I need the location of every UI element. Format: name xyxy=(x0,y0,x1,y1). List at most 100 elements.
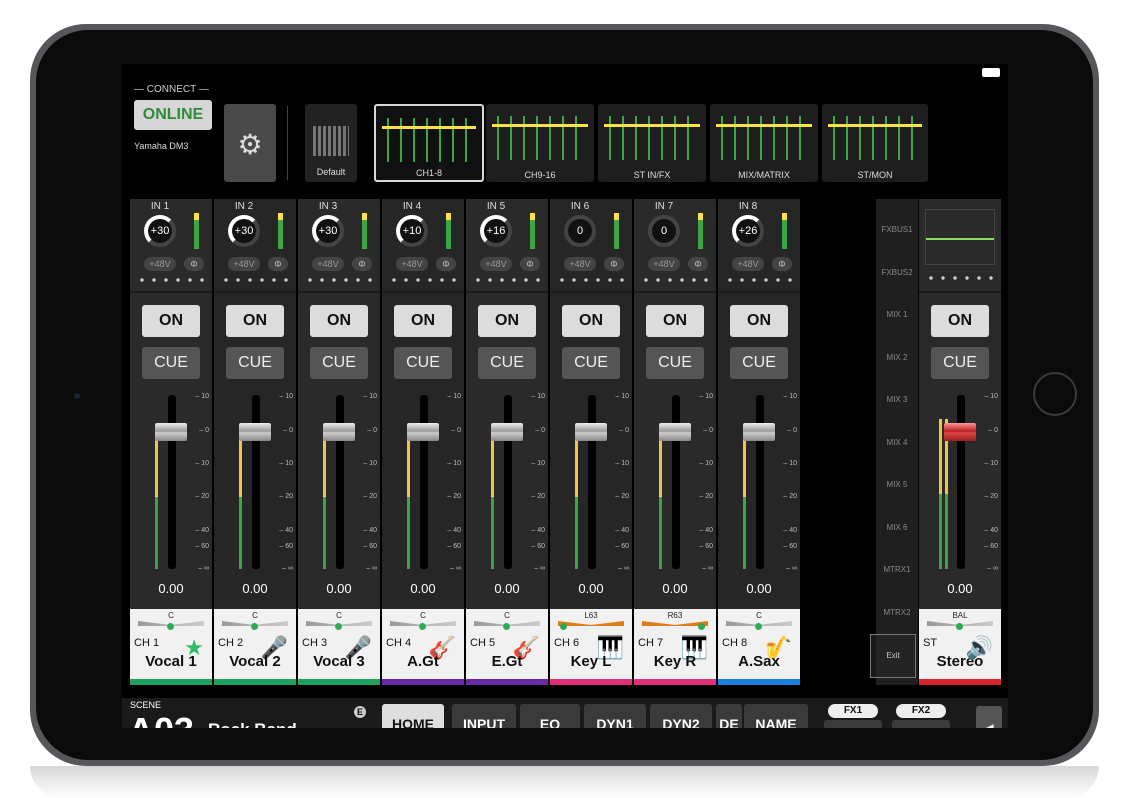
send-item[interactable]: MIX 3 xyxy=(876,395,918,404)
channel-number: CH 1 xyxy=(134,637,160,649)
on-button[interactable]: ON xyxy=(562,305,620,337)
dyn1-tab[interactable]: DYN1 xyxy=(584,704,646,728)
send-item[interactable]: FXBUS1 xyxy=(876,225,918,234)
stereo-on-button[interactable]: ON xyxy=(931,305,989,337)
phantom-button[interactable]: +48V xyxy=(396,257,428,271)
mini-faders-icon xyxy=(382,118,476,162)
input-tab[interactable]: INPUT xyxy=(452,704,516,728)
send-item[interactable]: MIX 1 xyxy=(876,310,918,319)
eq-graph[interactable] xyxy=(925,209,995,265)
send-item[interactable]: MIX 2 xyxy=(876,353,918,362)
gain-knob[interactable]: +30 xyxy=(312,215,344,247)
eq-tab[interactable]: EQ xyxy=(520,704,580,728)
on-button[interactable]: ON xyxy=(394,305,452,337)
channel-fader[interactable] xyxy=(323,423,355,441)
fx2-edit-button[interactable]: EDIT xyxy=(892,720,950,728)
bank-tab-ch1-8[interactable]: CH1-8 xyxy=(374,104,484,182)
bank-tab-ch9-16[interactable]: CH9-16 xyxy=(486,104,594,182)
channel-fader[interactable] xyxy=(743,423,775,441)
phantom-button[interactable]: +48V xyxy=(648,257,680,271)
gain-knob[interactable]: +16 xyxy=(480,215,512,247)
channel-name-box[interactable]: C CH 3 🎤 Vocal 3 xyxy=(298,609,380,685)
on-button[interactable]: ON xyxy=(730,305,788,337)
phantom-button[interactable]: +48V xyxy=(480,257,512,271)
default-view-button[interactable]: Default xyxy=(305,104,357,182)
phase-button[interactable]: Φ xyxy=(268,257,288,271)
phantom-button[interactable]: +48V xyxy=(732,257,764,271)
phase-button[interactable]: Φ xyxy=(772,257,792,271)
channel-fader[interactable] xyxy=(155,423,187,441)
home-button[interactable] xyxy=(1033,372,1077,416)
exit-button[interactable]: Exit xyxy=(870,634,916,678)
gain-knob[interactable]: +30 xyxy=(228,215,260,247)
dyn2-tab[interactable]: DYN2 xyxy=(650,704,712,728)
gain-knob[interactable]: 0 xyxy=(564,215,596,247)
scene-number[interactable]: A03 xyxy=(128,710,194,728)
pan-label: L63 xyxy=(584,611,598,620)
phantom-button[interactable]: +48V xyxy=(312,257,344,271)
channel-fader[interactable] xyxy=(659,423,691,441)
channel-name: A.Sax xyxy=(738,653,780,670)
send-item[interactable]: MTRX2 xyxy=(876,608,918,617)
channel-name-box[interactable]: C CH 4 🎸 A.Gt xyxy=(382,609,464,685)
on-button[interactable]: ON xyxy=(646,305,704,337)
cue-button[interactable]: CUE xyxy=(142,347,200,379)
de-tab[interactable]: DE xyxy=(716,704,742,728)
send-item[interactable]: MIX 5 xyxy=(876,480,918,489)
name-tab[interactable]: NAME xyxy=(744,704,808,728)
gain-knob[interactable]: +30 xyxy=(144,215,176,247)
channel-name-box[interactable]: L63 CH 6 🎹 Key L xyxy=(550,609,632,685)
channel-fader[interactable] xyxy=(491,423,523,441)
divider xyxy=(382,291,464,293)
bank-tab-st-mon[interactable]: ST/MON xyxy=(822,104,928,182)
send-item[interactable]: MIX 6 xyxy=(876,523,918,532)
channel-name-box[interactable]: R63 CH 7 🎹 Key R xyxy=(634,609,716,685)
phase-button[interactable]: Φ xyxy=(688,257,708,271)
phase-button[interactable]: Φ xyxy=(604,257,624,271)
bank-tab-st-in-fx[interactable]: ST IN/FX xyxy=(598,104,706,182)
home-tab[interactable]: HOME xyxy=(382,704,444,728)
stereo-name-box[interactable]: BAL ST Stereo 🔊 xyxy=(919,609,1001,685)
page-dots xyxy=(220,277,290,283)
phase-button[interactable]: Φ xyxy=(352,257,372,271)
phantom-button[interactable]: +48V xyxy=(564,257,596,271)
phase-button[interactable]: Φ xyxy=(436,257,456,271)
scene-name[interactable]: Rock Band xyxy=(208,720,297,728)
gain-knob[interactable]: 0 xyxy=(648,215,680,247)
online-button[interactable]: ONLINE xyxy=(134,100,212,130)
channel-fader[interactable] xyxy=(407,423,439,441)
cue-button[interactable]: CUE xyxy=(478,347,536,379)
on-button[interactable]: ON xyxy=(142,305,200,337)
cue-button[interactable]: CUE xyxy=(394,347,452,379)
cue-button[interactable]: CUE xyxy=(562,347,620,379)
collapse-icon[interactable]: ◀ xyxy=(976,706,1002,728)
channel-name-box[interactable]: C CH 5 🎸 E.Gt xyxy=(466,609,548,685)
phantom-button[interactable]: +48V xyxy=(228,257,260,271)
phantom-button[interactable]: +48V xyxy=(144,257,176,271)
channel-fader[interactable] xyxy=(575,423,607,441)
channel-fader[interactable] xyxy=(239,423,271,441)
send-item[interactable]: MTRX1 xyxy=(876,565,918,574)
cue-button[interactable]: CUE xyxy=(646,347,704,379)
send-item[interactable]: MIX 4 xyxy=(876,438,918,447)
gain-knob[interactable]: +26 xyxy=(732,215,764,247)
stereo-cue-button[interactable]: CUE xyxy=(931,347,989,379)
scale-mark: – ∞ xyxy=(786,565,797,572)
fx1-edit-button[interactable]: EDIT xyxy=(824,720,882,728)
stereo-fader[interactable] xyxy=(944,423,976,441)
phase-button[interactable]: Φ xyxy=(184,257,204,271)
phase-button[interactable]: Φ xyxy=(520,257,540,271)
cue-button[interactable]: CUE xyxy=(226,347,284,379)
channel-name-box[interactable]: C CH 1 ★ Vocal 1 xyxy=(130,609,212,685)
on-button[interactable]: ON xyxy=(226,305,284,337)
gain-knob[interactable]: +10 xyxy=(396,215,428,247)
settings-button[interactable]: ⚙ xyxy=(224,104,276,182)
channel-name-box[interactable]: C CH 2 🎤 Vocal 2 xyxy=(214,609,296,685)
cue-button[interactable]: CUE xyxy=(730,347,788,379)
cue-button[interactable]: CUE xyxy=(310,347,368,379)
bank-tab-mix-matrix[interactable]: MIX/MATRIX xyxy=(710,104,818,182)
on-button[interactable]: ON xyxy=(478,305,536,337)
send-item[interactable]: FXBUS2 xyxy=(876,268,918,277)
channel-name-box[interactable]: C CH 8 🎷 A.Sax xyxy=(718,609,800,685)
on-button[interactable]: ON xyxy=(310,305,368,337)
